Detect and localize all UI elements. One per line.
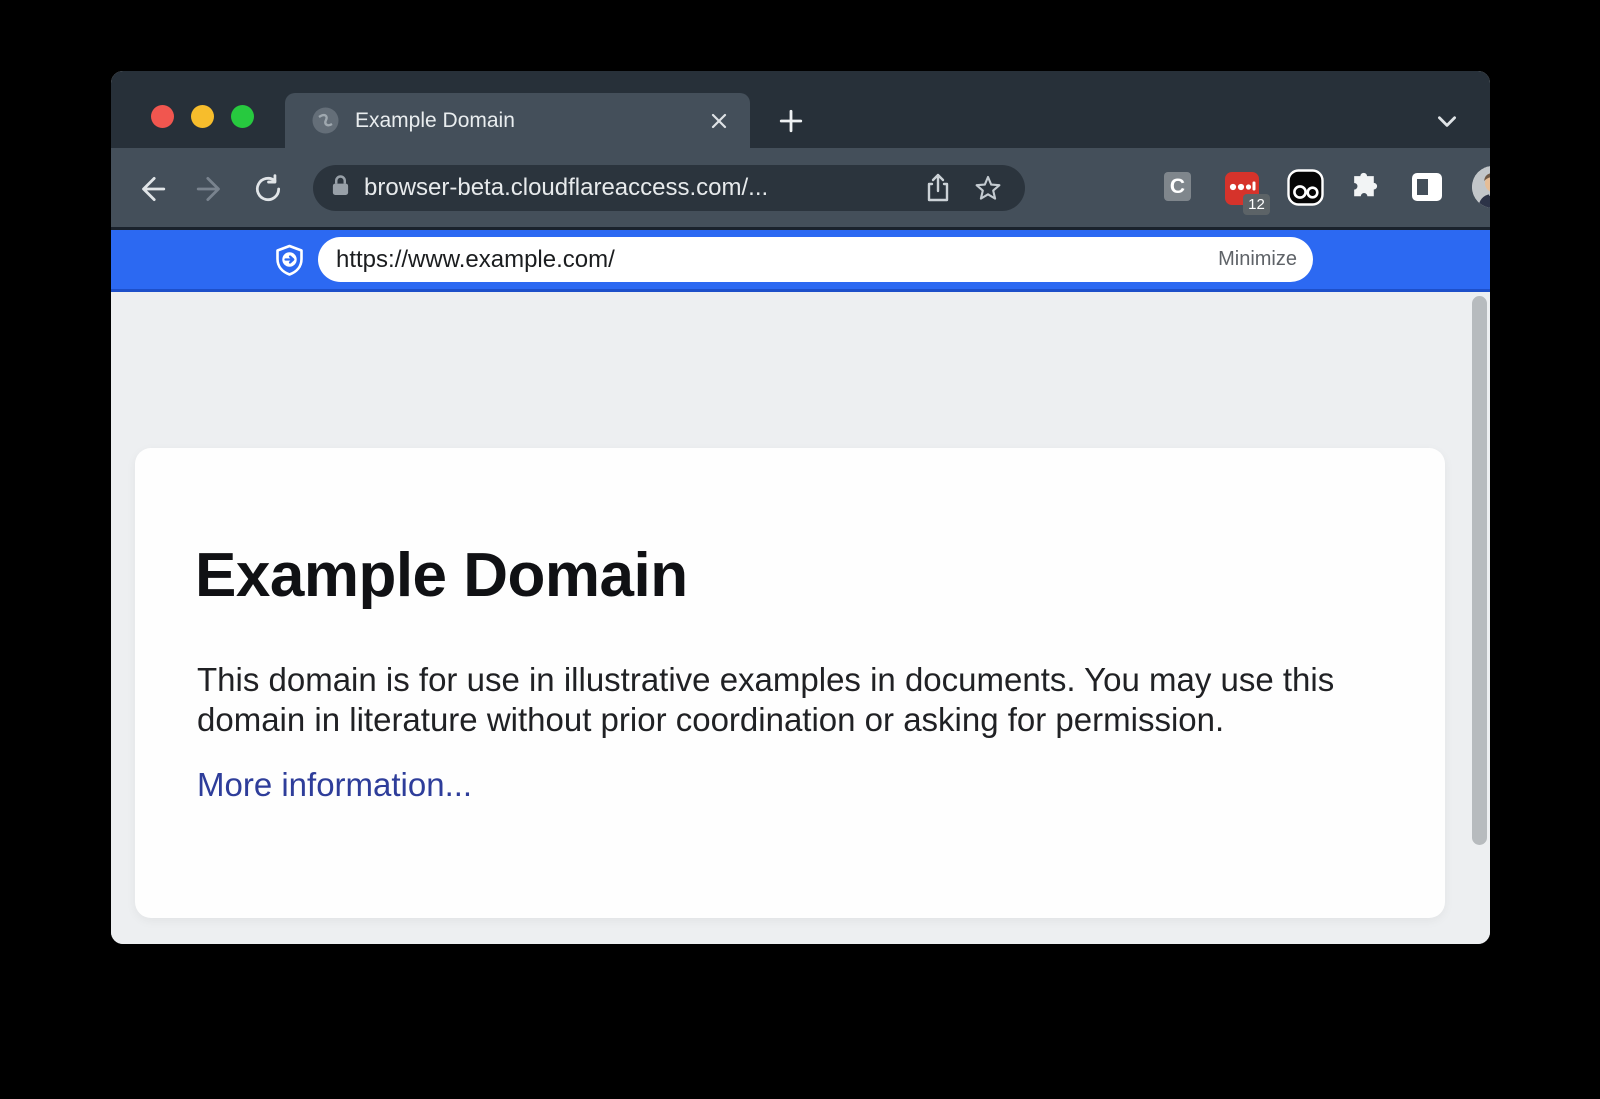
forward-button[interactable] bbox=[189, 168, 233, 210]
isolation-banner: https://www.example.com/ Minimize bbox=[111, 230, 1490, 292]
extensions-puzzle-icon[interactable] bbox=[1349, 172, 1380, 203]
page-heading: Example Domain bbox=[195, 540, 688, 611]
side-panel-icon[interactable] bbox=[1412, 173, 1442, 201]
screen: Example Domain bbox=[0, 0, 1600, 1099]
address-bar-url[interactable]: browser-beta.cloudflareaccess.com/... bbox=[364, 174, 768, 202]
page-body-line-1: This domain is for use in illustrative e… bbox=[197, 661, 1334, 698]
extension-c-label: C bbox=[1170, 175, 1185, 199]
tab-example-domain[interactable]: Example Domain bbox=[285, 93, 750, 148]
page-body-line-2: domain in literature without prior coord… bbox=[197, 701, 1224, 738]
tab-search-chevron-icon[interactable] bbox=[1428, 104, 1466, 138]
isolation-url-bar[interactable]: https://www.example.com/ Minimize bbox=[318, 237, 1313, 282]
tab-title: Example Domain bbox=[355, 109, 515, 133]
browser-window: Example Domain bbox=[111, 71, 1490, 944]
tab-favicon-icon bbox=[312, 107, 339, 134]
scrollbar-thumb[interactable] bbox=[1472, 296, 1487, 845]
address-bar[interactable]: browser-beta.cloudflareaccess.com/... bbox=[313, 165, 1025, 211]
extension-c-icon[interactable]: C bbox=[1164, 172, 1191, 201]
new-tab-button[interactable] bbox=[772, 103, 810, 139]
shield-arrow-icon bbox=[274, 244, 305, 277]
extension-dark-circles-icon[interactable] bbox=[1287, 169, 1324, 206]
profile-avatar[interactable] bbox=[1472, 166, 1490, 208]
back-button[interactable] bbox=[129, 168, 173, 210]
page-viewport: Example Domain This domain is for use in… bbox=[111, 292, 1490, 944]
window-zoom-button[interactable] bbox=[231, 105, 254, 128]
bookmark-star-icon[interactable] bbox=[971, 171, 1005, 205]
tab-strip: Example Domain bbox=[111, 71, 1490, 148]
reload-button[interactable] bbox=[246, 168, 290, 210]
window-close-button[interactable] bbox=[151, 105, 174, 128]
more-information-link[interactable]: More information... bbox=[197, 766, 472, 804]
isolation-url[interactable]: https://www.example.com/ bbox=[336, 246, 1218, 274]
minimize-button[interactable]: Minimize bbox=[1218, 248, 1297, 271]
side-panel-inner bbox=[1417, 179, 1428, 195]
traffic-lights bbox=[151, 105, 254, 128]
extension-badge-count: 12 bbox=[1243, 194, 1270, 215]
page-body: This domain is for use in illustrative e… bbox=[197, 660, 1334, 740]
content-card: Example Domain This domain is for use in… bbox=[135, 448, 1445, 918]
share-button[interactable] bbox=[921, 171, 955, 205]
extension-password-manager-icon[interactable]: 12 bbox=[1225, 172, 1259, 205]
lock-icon bbox=[331, 174, 350, 202]
tab-close-icon[interactable] bbox=[704, 106, 734, 136]
toolbar: browser-beta.cloudflareaccess.com/... C bbox=[111, 148, 1490, 230]
window-minimize-button[interactable] bbox=[191, 105, 214, 128]
